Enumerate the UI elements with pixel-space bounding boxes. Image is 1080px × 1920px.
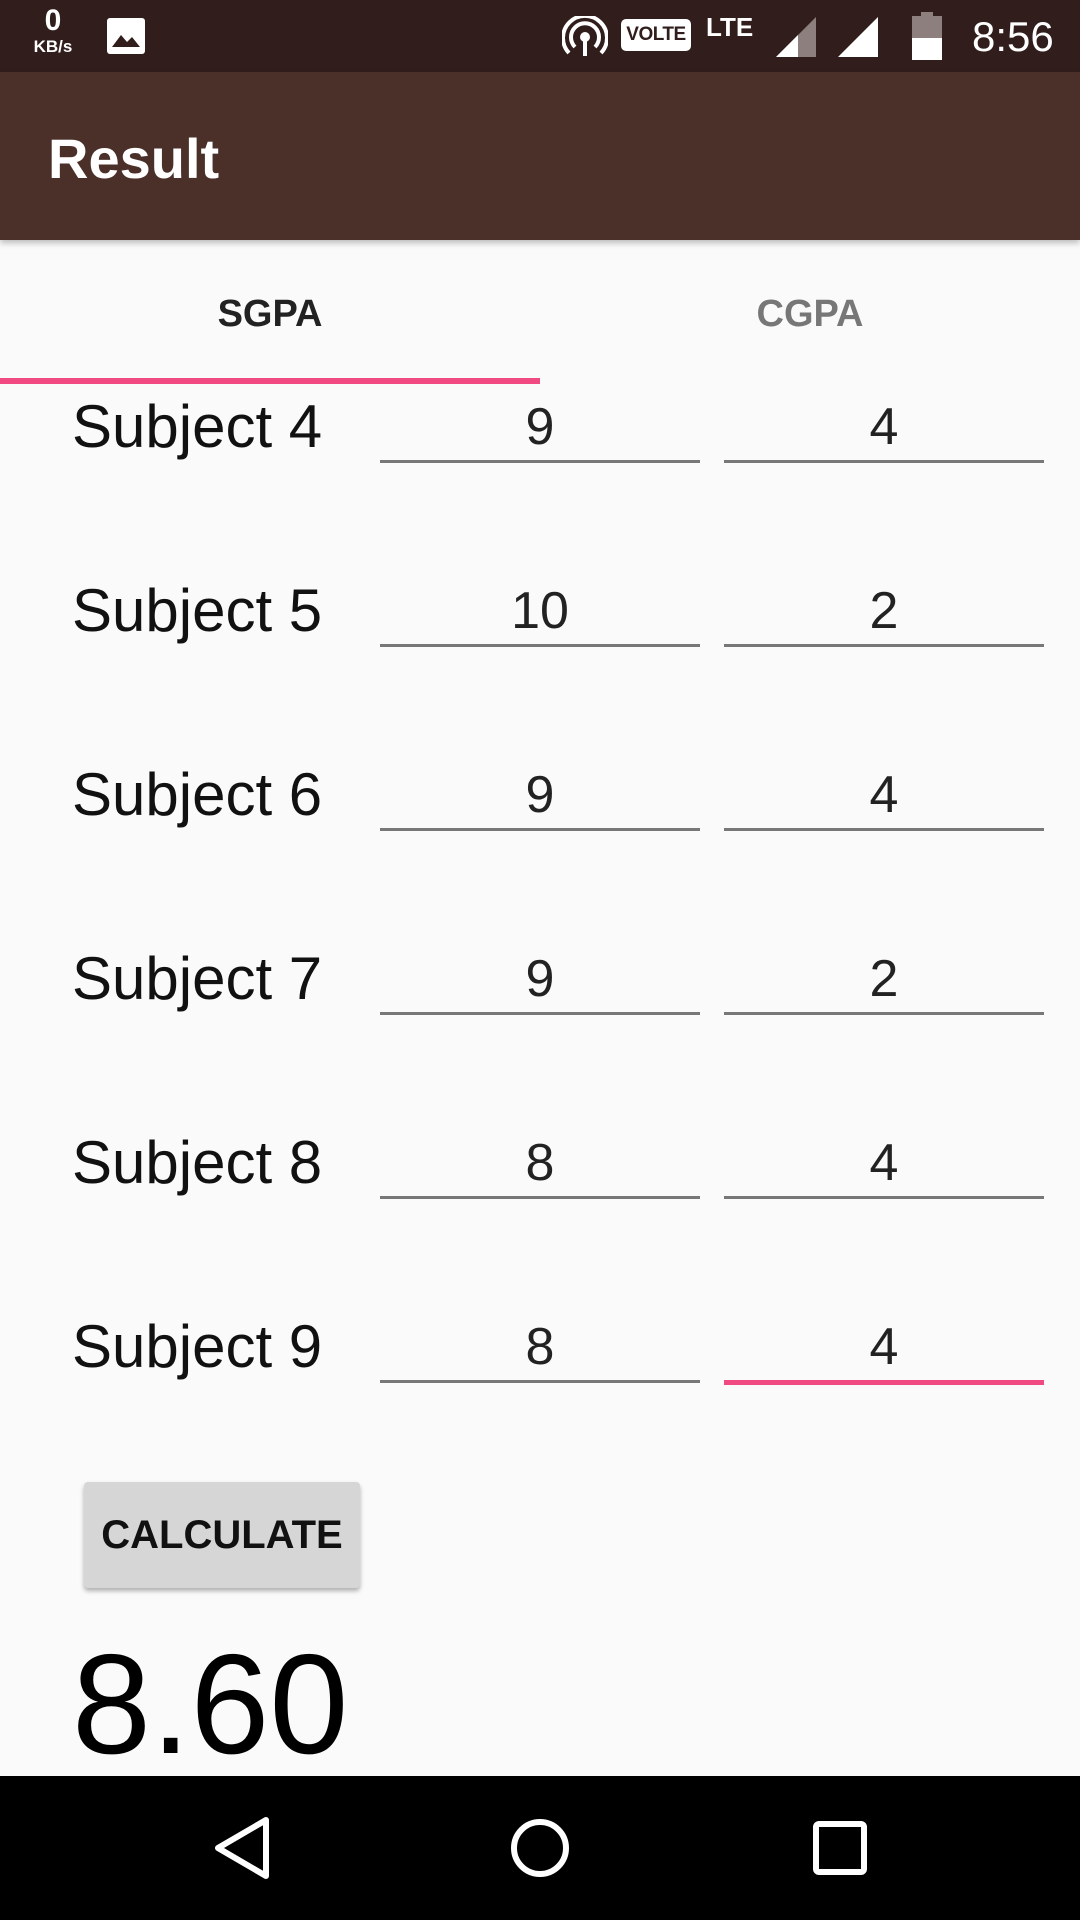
field-underline (380, 828, 700, 831)
gallery-icon (107, 18, 145, 54)
grade-value: 9 (525, 950, 555, 1008)
field-underline (724, 1196, 1044, 1199)
field-underline (724, 828, 1044, 831)
field-underline-focused (724, 1380, 1044, 1385)
grade-value: 8 (525, 1318, 555, 1376)
grade-value: 9 (525, 766, 555, 824)
navigation-bar (0, 1776, 1080, 1920)
credit-value: 4 (869, 1134, 899, 1192)
tab-indicator (0, 378, 540, 384)
credit-value: 4 (869, 766, 899, 824)
battery-icon (912, 12, 942, 60)
credit-value: 4 (869, 398, 899, 456)
grade-field[interactable]: 8 (380, 1312, 700, 1383)
network-speed: 0 KB/s (22, 4, 84, 56)
subject-label: Subject 7 (72, 945, 323, 1012)
field-underline (380, 644, 700, 647)
tab-cgpa[interactable]: CGPA (540, 240, 1080, 384)
subject-row: Subject 5 10 2 (0, 576, 1080, 666)
subject-row: Subject 4 9 4 (0, 392, 1080, 482)
credit-value: 2 (869, 950, 899, 1008)
network-speed-value: 0 (44, 4, 62, 37)
grade-value: 9 (525, 398, 555, 456)
page-title: Result (48, 127, 220, 190)
grade-field[interactable]: 9 (380, 760, 700, 831)
credit-field[interactable]: 4 (724, 392, 1044, 463)
credit-field[interactable]: 2 (724, 944, 1044, 1015)
field-underline (724, 1012, 1044, 1015)
credit-value: 4 (869, 1318, 899, 1376)
back-icon[interactable] (210, 1812, 274, 1884)
grade-field[interactable]: 9 (380, 944, 700, 1015)
grade-value: 8 (525, 1134, 555, 1192)
field-underline (380, 1196, 700, 1199)
subject-label: Subject 5 (72, 577, 323, 644)
credit-value: 2 (869, 582, 899, 640)
recents-icon[interactable] (808, 1812, 872, 1884)
field-underline (380, 460, 700, 463)
grade-field[interactable]: 9 (380, 392, 700, 463)
tab-sgpa[interactable]: SGPA (0, 240, 540, 384)
field-underline (380, 1012, 700, 1015)
hotspot-icon (562, 16, 608, 56)
signal-icon (838, 17, 878, 57)
subject-label: Subject 8 (72, 1129, 323, 1196)
credit-field[interactable]: 4 (724, 760, 1044, 831)
subject-row: Subject 9 8 4 (0, 1312, 1080, 1402)
signal-icon (776, 17, 816, 57)
subject-label: Subject 4 (72, 393, 323, 460)
field-underline (724, 644, 1044, 647)
calculate-button[interactable]: CALCULATE (84, 1482, 360, 1588)
home-icon[interactable] (504, 1812, 576, 1884)
subject-row: Subject 6 9 4 (0, 760, 1080, 850)
subject-label: Subject 9 (72, 1313, 323, 1380)
volte-badge: VOLTE (621, 19, 691, 51)
subject-label: Subject 6 (72, 761, 323, 828)
field-underline (380, 1380, 700, 1383)
field-underline (724, 460, 1044, 463)
lte-label: LTE (706, 12, 754, 42)
status-bar: 0 KB/s VOLTE LTE 8:56 (0, 0, 1080, 72)
clock: 8:56 (972, 13, 1054, 60)
app-bar: Result (0, 72, 1080, 240)
network-speed-unit: KB/s (33, 37, 73, 56)
subject-row: Subject 7 9 2 (0, 944, 1080, 1034)
credit-field[interactable]: 4 (724, 1128, 1044, 1199)
subject-row: Subject 8 8 4 (0, 1128, 1080, 1218)
result-value: 8.60 (72, 1625, 349, 1784)
credit-field[interactable]: 2 (724, 576, 1044, 647)
credit-field[interactable]: 4 (724, 1312, 1044, 1385)
grade-field[interactable]: 10 (380, 576, 700, 647)
grade-field[interactable]: 8 (380, 1128, 700, 1199)
grade-value: 10 (511, 582, 569, 640)
